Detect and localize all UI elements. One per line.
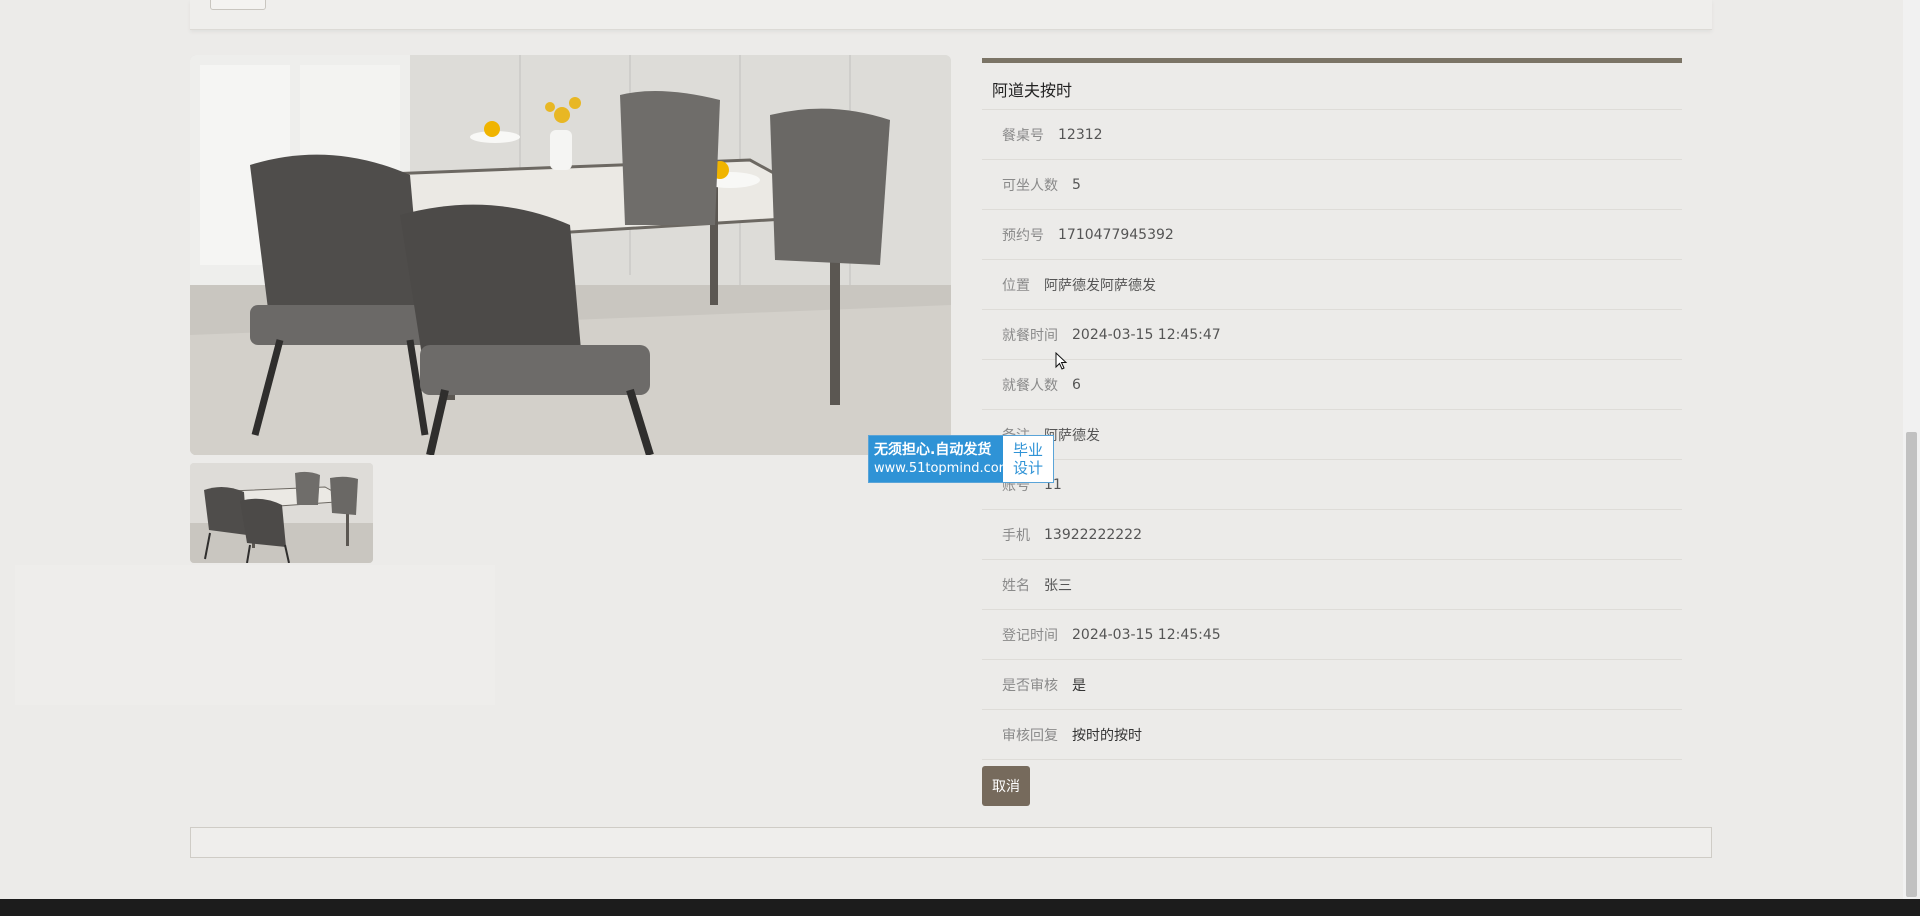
scrollbar-thumb[interactable]: [1906, 432, 1917, 897]
watermark-tag-bottom: 设计: [1012, 459, 1043, 477]
field-label: 登记时间: [1002, 627, 1058, 644]
watermark-tag-top: 毕业: [1012, 441, 1043, 459]
field-dining-time: 就餐时间 2024-03-15 12:45:47: [982, 310, 1682, 360]
watermark-url: www.51topmind.com: [874, 460, 1012, 476]
field-location: 位置 阿萨德发阿萨德发: [982, 260, 1682, 310]
watermark-slogan: 无须担心.自动发货: [874, 441, 992, 458]
field-seat-capacity: 可坐人数 5: [982, 160, 1682, 210]
field-label: 审核回复: [1002, 727, 1058, 744]
top-button[interactable]: [210, 0, 266, 10]
field-label: 位置: [1002, 277, 1030, 294]
field-label: 餐桌号: [1002, 127, 1044, 144]
field-value: 按时的按时: [1072, 727, 1142, 744]
dining-table-thumbnail: [190, 463, 373, 563]
details-panel: 阿道夫按时 餐桌号 12312 可坐人数 5 预约号 1710477945392…: [982, 58, 1682, 760]
details-title: 阿道夫按时: [982, 63, 1682, 110]
field-value: 2024-03-15 12:45:47: [1072, 326, 1221, 343]
field-diner-count: 就餐人数 6: [982, 360, 1682, 410]
field-value: 1710477945392: [1058, 226, 1174, 243]
main-table-image: [190, 55, 951, 455]
field-label: 就餐人数: [1002, 377, 1058, 394]
watermark-tag: 毕业 设计: [1003, 436, 1053, 482]
watermark-badge: 无须担心.自动发货 www.51topmind.com 毕业 设计: [868, 435, 1054, 483]
thumbnail-image[interactable]: [190, 463, 373, 563]
bottom-box: [190, 827, 1712, 858]
field-label: 手机: [1002, 527, 1030, 544]
field-label: 就餐时间: [1002, 327, 1058, 344]
dining-table-photo: [190, 55, 951, 455]
field-phone: 手机 13922222222: [982, 510, 1682, 560]
field-registration-time: 登记时间 2024-03-15 12:45:45: [982, 610, 1682, 660]
footer-bar: [0, 899, 1920, 916]
field-remarks: 备注 阿萨德发: [982, 410, 1682, 460]
field-review-reply: 审核回复 按时的按时: [982, 710, 1682, 760]
field-value: 阿萨德发阿萨德发: [1044, 277, 1156, 294]
field-value: 5: [1072, 176, 1081, 193]
watermark-text-block: 无须担心.自动发货 www.51topmind.com: [869, 436, 1012, 482]
field-label: 可坐人数: [1002, 177, 1058, 194]
field-reservation-number: 预约号 1710477945392: [982, 210, 1682, 260]
field-value: 张三: [1044, 577, 1072, 594]
field-value: 2024-03-15 12:45:45: [1072, 626, 1221, 643]
field-value: 12312: [1058, 126, 1103, 143]
field-name: 姓名 张三: [982, 560, 1682, 610]
field-label: 姓名: [1002, 577, 1030, 594]
cancel-button[interactable]: 取消: [982, 766, 1030, 806]
page: 阿道夫按时 餐桌号 12312 可坐人数 5 预约号 1710477945392…: [0, 0, 1920, 916]
field-value: 6: [1072, 376, 1081, 393]
field-table-number: 餐桌号 12312: [982, 110, 1682, 160]
field-value: 13922222222: [1044, 526, 1142, 543]
top-card: [190, 0, 1712, 30]
field-label: 预约号: [1002, 227, 1044, 244]
faint-background-panel: [15, 565, 495, 705]
field-value: 是: [1072, 677, 1086, 694]
field-review-status: 是否审核 是: [982, 660, 1682, 710]
field-account: 账号 11: [982, 460, 1682, 510]
mouse-cursor-icon: [1055, 352, 1068, 370]
field-label: 是否审核: [1002, 677, 1058, 694]
